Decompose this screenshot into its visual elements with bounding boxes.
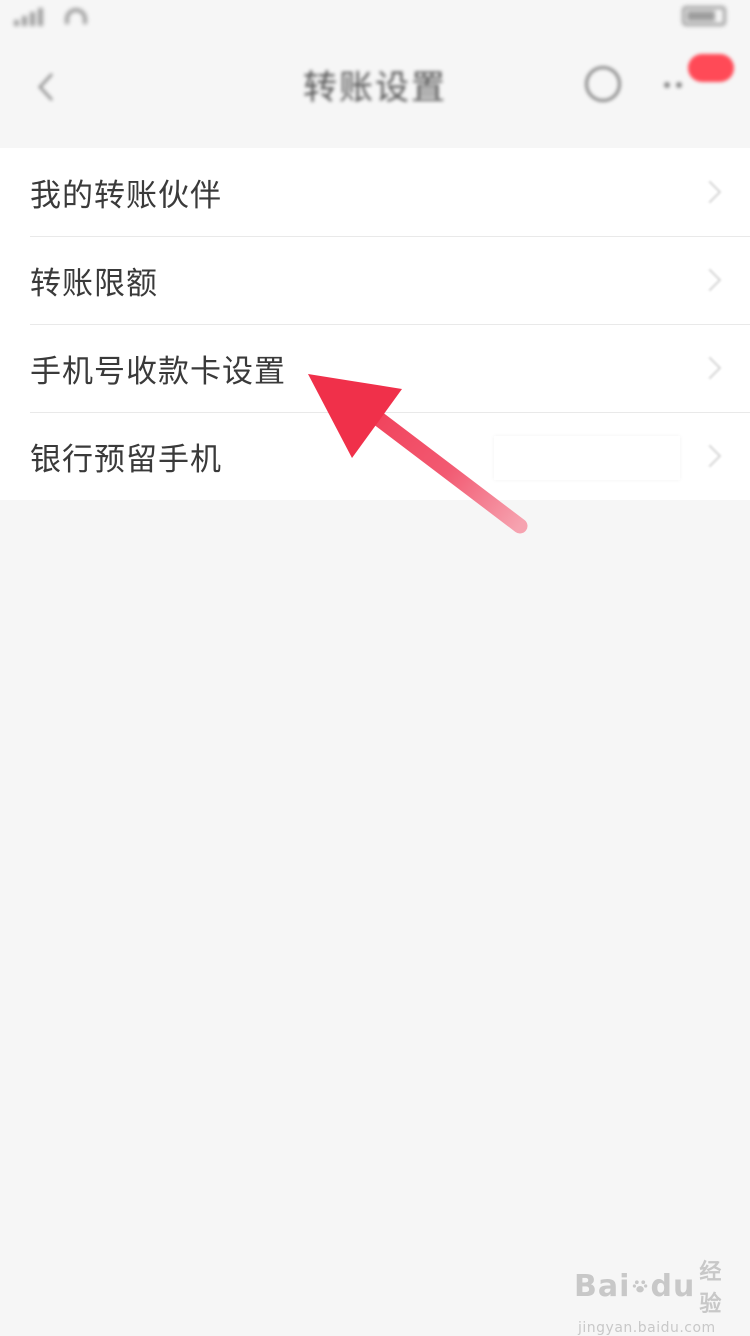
menu-item-transfer-limit[interactable]: 转账限额 bbox=[0, 236, 750, 324]
menu-item-phone-receiving-card[interactable]: 手机号收款卡设置 bbox=[0, 324, 750, 412]
page-title: 转账设置 bbox=[303, 68, 447, 108]
chevron-right-icon bbox=[698, 444, 722, 468]
watermark: Bai du 经验 jingyan.baidu.com bbox=[574, 1254, 724, 1336]
chevron-right-icon bbox=[698, 356, 722, 380]
watermark-brand-cn: 经验 bbox=[699, 1260, 723, 1317]
menu-item-label: 转账限额 bbox=[30, 265, 158, 302]
notification-badge bbox=[688, 54, 734, 82]
signal-icon bbox=[14, 6, 43, 26]
watermark-brand: Bai du 经验 bbox=[574, 1254, 724, 1318]
menu-item-label: 手机号收款卡设置 bbox=[30, 353, 286, 390]
status-bar bbox=[0, 0, 750, 40]
status-right bbox=[682, 6, 726, 26]
menu-item-label: 我的转账伙伴 bbox=[30, 177, 222, 214]
watermark-brand-right: du bbox=[650, 1268, 696, 1304]
more-dots-icon[interactable] bbox=[664, 82, 682, 88]
watermark-brand-left: Bai bbox=[574, 1268, 631, 1304]
navigation-bar: 转账设置 bbox=[0, 40, 750, 130]
menu-item-label: 银行预留手机 bbox=[30, 441, 222, 478]
help-circle-icon[interactable] bbox=[585, 66, 621, 102]
chevron-right-icon bbox=[698, 180, 722, 204]
battery-icon bbox=[682, 6, 726, 26]
wifi-icon bbox=[65, 8, 87, 24]
paw-icon bbox=[633, 1280, 648, 1293]
chevron-right-icon bbox=[698, 268, 722, 292]
settings-list: 我的转账伙伴 转账限额 手机号收款卡设置 银行预留手机 bbox=[0, 148, 750, 500]
menu-item-bank-reserved-phone[interactable]: 银行预留手机 bbox=[0, 412, 750, 500]
status-left bbox=[14, 6, 87, 26]
menu-item-transfer-partners[interactable]: 我的转账伙伴 bbox=[0, 148, 750, 236]
masked-phone-value bbox=[494, 436, 680, 480]
